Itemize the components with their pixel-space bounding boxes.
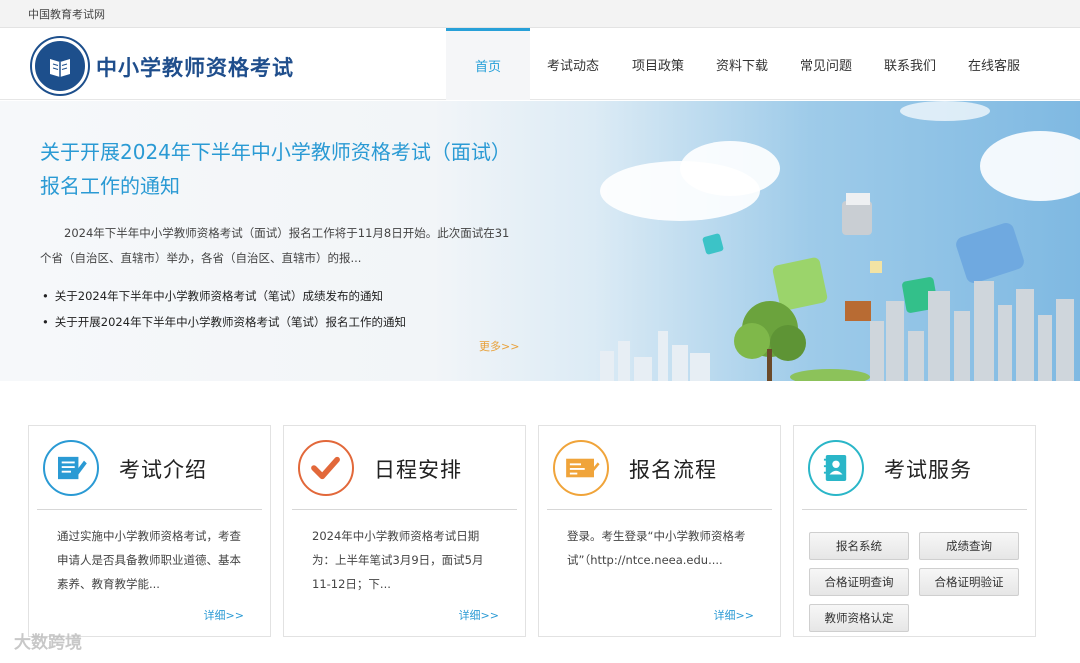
- card-header: 考试服务: [794, 426, 1035, 510]
- teacher-certification-button[interactable]: 教师资格认定: [809, 604, 909, 632]
- certificate-verify-button[interactable]: 合格证明验证: [919, 568, 1019, 596]
- nav-home[interactable]: 首页: [446, 28, 530, 100]
- registration-system-button[interactable]: 报名系统: [809, 532, 909, 560]
- card-exam-intro: 考试介绍 通过实施中小学教师资格考试，考查申请人是否具备教师职业道德、基本素养、…: [28, 425, 271, 637]
- detail-link[interactable]: 详细>>: [459, 607, 499, 623]
- detail-link[interactable]: 详细>>: [204, 607, 244, 623]
- logo[interactable]: [32, 38, 88, 94]
- header: 中小学教师资格考试 首页 考试动态 项目政策 资料下载 常见问题 联系我们 在线…: [0, 28, 1080, 100]
- checkmark-icon: [298, 440, 354, 496]
- nav-policy[interactable]: 项目政策: [616, 28, 700, 100]
- nav-downloads[interactable]: 资料下载: [700, 28, 784, 100]
- site-title[interactable]: 中小学教师资格考试: [96, 52, 294, 82]
- book-icon: [50, 59, 70, 77]
- nav-faq[interactable]: 常见问题: [784, 28, 868, 100]
- score-query-button[interactable]: 成绩查询: [919, 532, 1019, 560]
- banner-link-item[interactable]: 关于开展2024年下半年中小学教师资格考试（笔试）报名工作的通知: [42, 309, 406, 335]
- form-edit-icon: [553, 440, 609, 496]
- main-nav: 首页 考试动态 项目政策 资料下载 常见问题 联系我们 在线客服: [446, 28, 1036, 100]
- card-exam-services: 考试服务 报名系统 成绩查询 合格证明查询 合格证明验证 教师资格认定: [793, 425, 1036, 637]
- feature-cards: 考试介绍 通过实施中小学教师资格考试，考查申请人是否具备教师职业道德、基本素养、…: [28, 425, 1038, 637]
- more-link[interactable]: 更多>>: [479, 338, 519, 354]
- watermark: 大数跨境: [14, 633, 82, 653]
- card-header: 考试介绍: [29, 426, 270, 510]
- banner-description: 2024年下半年中小学教师资格考试（面试）报名工作将于11月8日开始。此次面试在…: [40, 226, 510, 265]
- site-name[interactable]: 中国教育考试网: [28, 8, 105, 21]
- card-header: 报名流程: [539, 426, 780, 510]
- cloud-decoration: [900, 101, 990, 121]
- card-title[interactable]: 报名流程: [629, 454, 717, 484]
- card-schedule: 日程安排 2024年中小学教师资格考试日期为：上半年笔试3月9日，面试5月11-…: [283, 425, 526, 637]
- city-skyline-illustration: [600, 281, 1074, 381]
- card-title[interactable]: 考试服务: [884, 454, 972, 484]
- detail-link[interactable]: 详细>>: [714, 607, 754, 623]
- card-summary: 登录。考生登录“中小学教师资格考试”（http://ntce.neea.edu.…: [567, 529, 746, 567]
- contact-book-icon: [808, 440, 864, 496]
- hero-banner: 关于开展2024年下半年中小学教师资格考试（面试）报名工作的通知 2024年下半…: [0, 101, 1080, 381]
- card-title[interactable]: 日程安排: [374, 454, 462, 484]
- nav-contact[interactable]: 联系我们: [868, 28, 952, 100]
- document-edit-icon: [43, 440, 99, 496]
- card-header: 日程安排: [284, 426, 525, 510]
- nav-online-service[interactable]: 在线客服: [952, 28, 1036, 100]
- card-registration-process: 报名流程 登录。考生登录“中小学教师资格考试”（http://ntce.neea…: [538, 425, 781, 637]
- card-title[interactable]: 考试介绍: [119, 454, 207, 484]
- nav-exam-news[interactable]: 考试动态: [530, 28, 616, 100]
- top-strip: 中国教育考试网: [0, 0, 1080, 28]
- banner-title[interactable]: 关于开展2024年下半年中小学教师资格考试（面试）报名工作的通知: [40, 135, 510, 203]
- banner-link-list: 关于2024年下半年中小学教师资格考试（笔试）成绩发布的通知 关于开展2024年…: [42, 283, 406, 335]
- certificate-query-button[interactable]: 合格证明查询: [809, 568, 909, 596]
- banner-link-item[interactable]: 关于2024年下半年中小学教师资格考试（笔试）成绩发布的通知: [42, 283, 406, 309]
- cloud-decoration: [680, 141, 780, 196]
- card-summary: 2024年中小学教师资格考试日期为：上半年笔试3月9日，面试5月11-12日；下…: [312, 529, 484, 591]
- card-summary: 通过实施中小学教师资格考试，考查申请人是否具备教师职业道德、基本素养、教育教学能…: [57, 529, 241, 591]
